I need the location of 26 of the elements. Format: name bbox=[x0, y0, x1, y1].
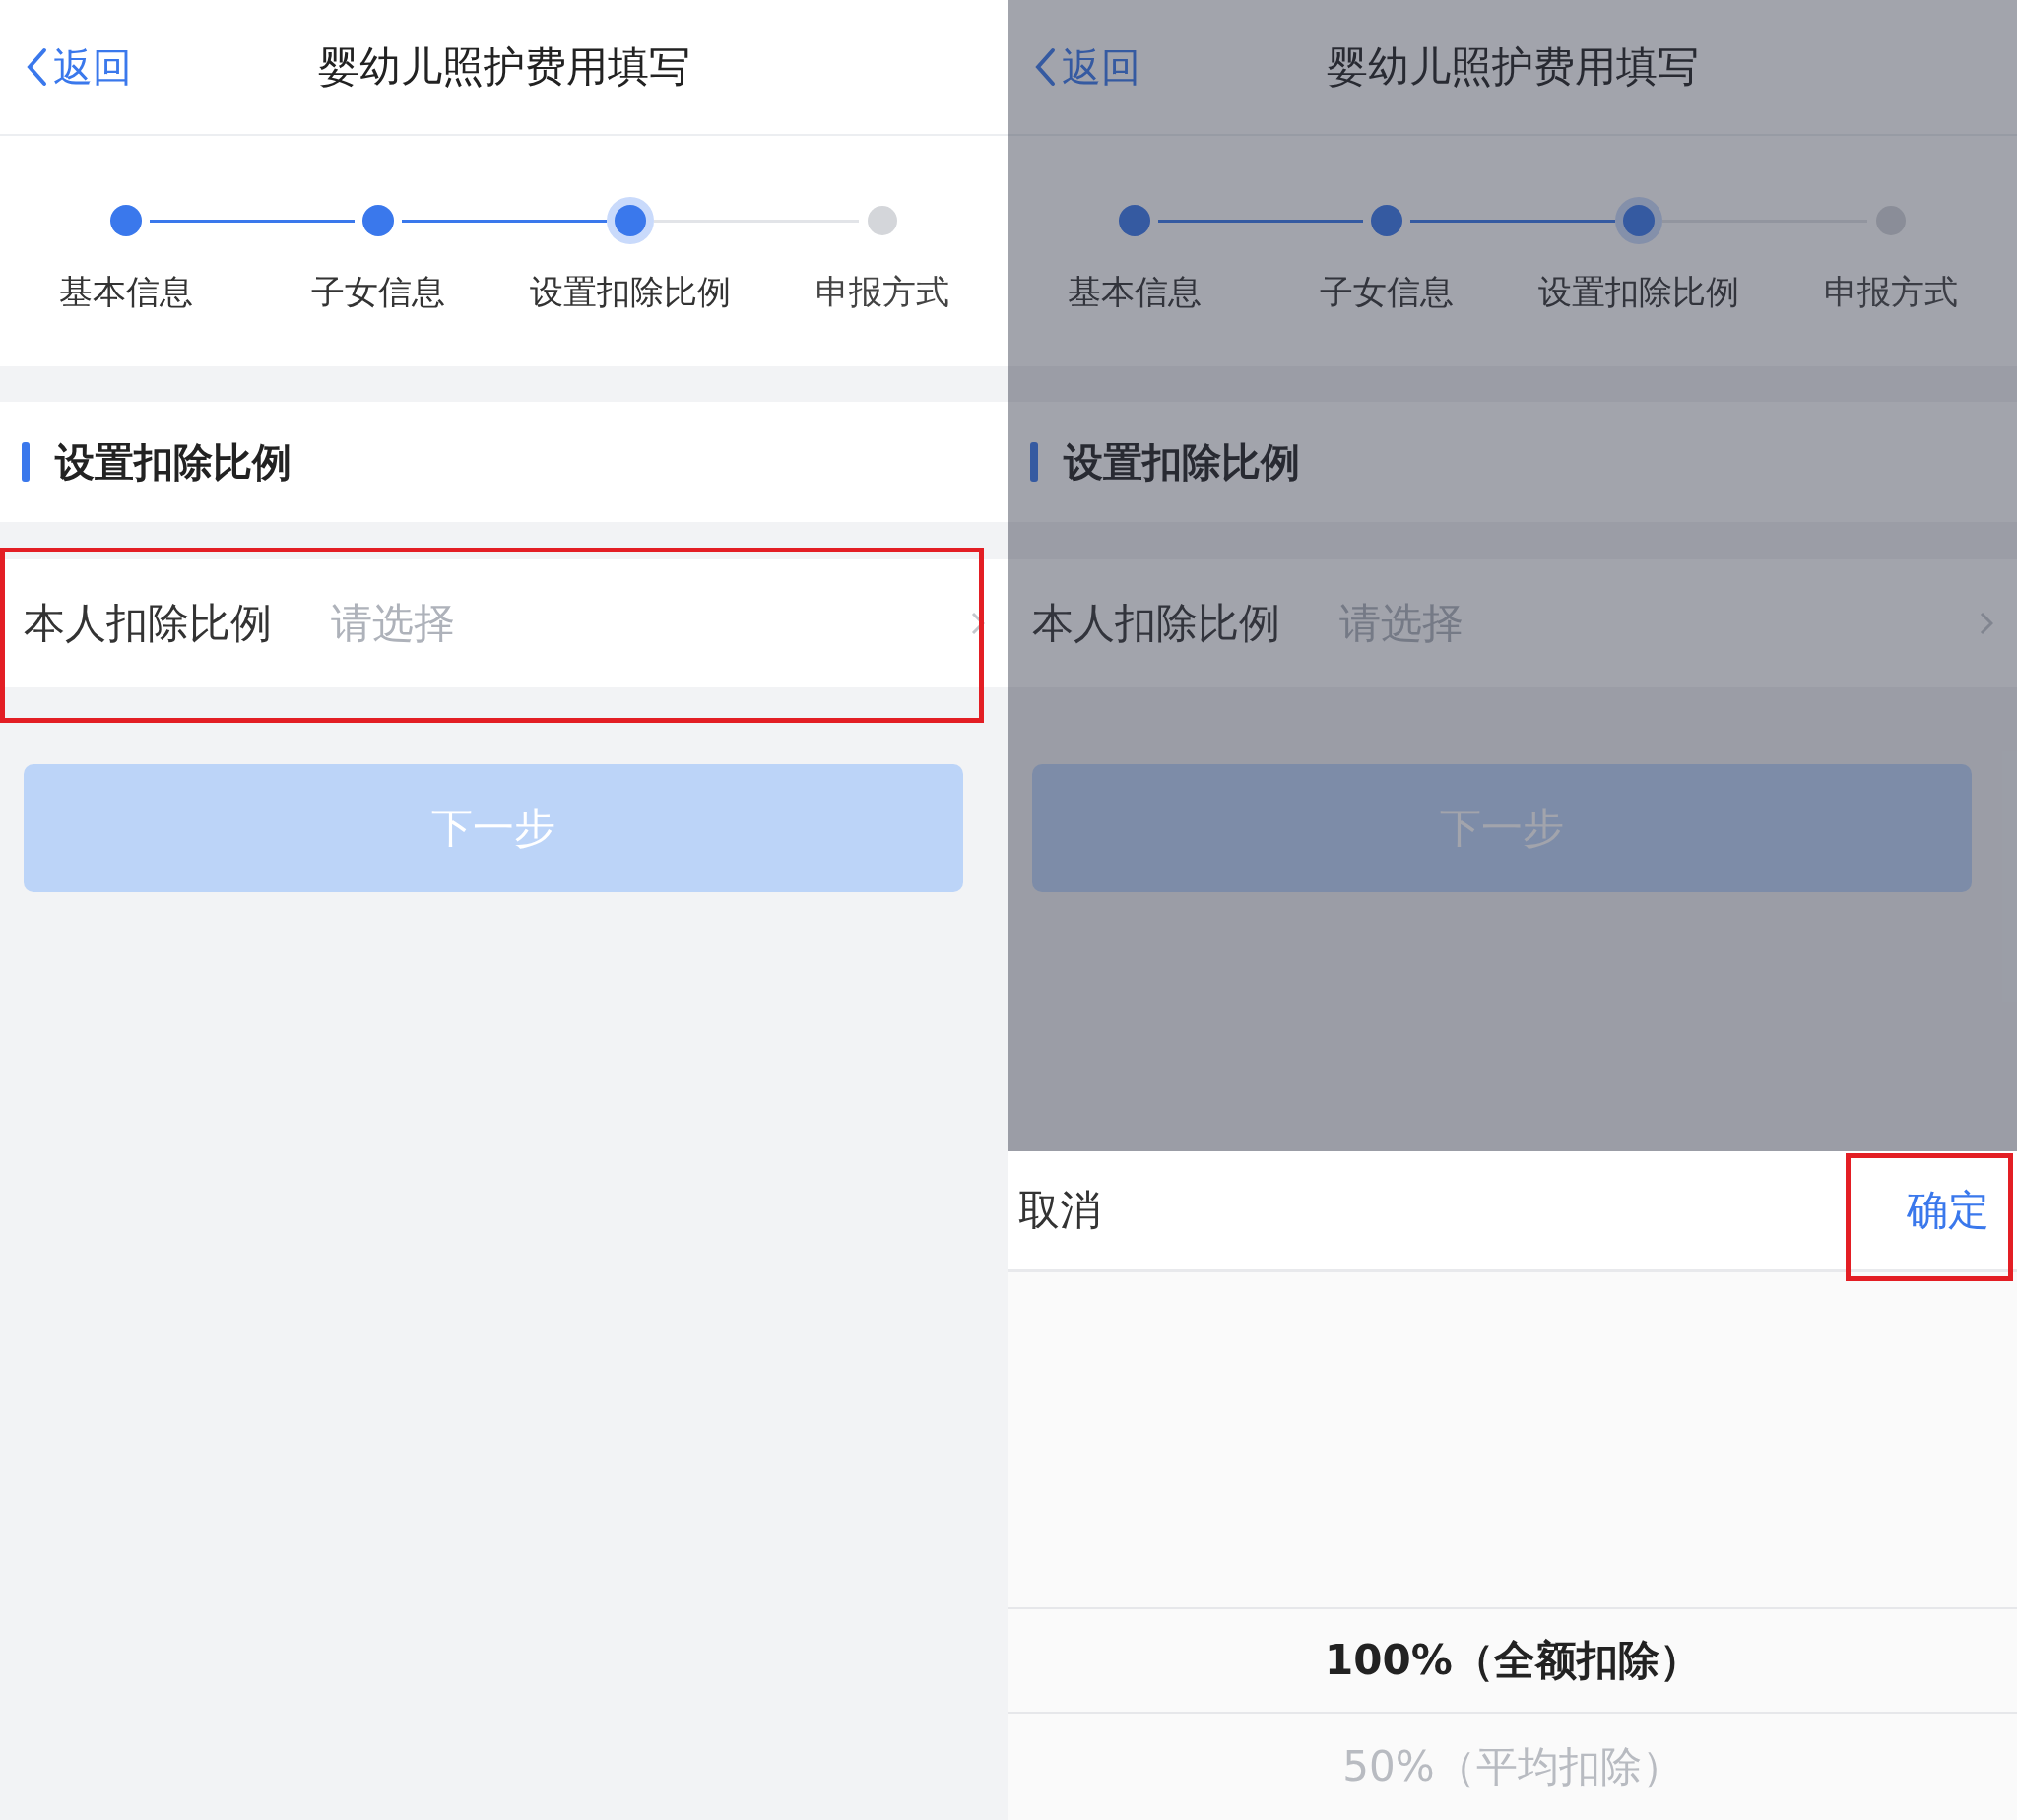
page-title: 婴幼儿照护费用填写 bbox=[1327, 41, 1699, 93]
step-label: 子女信息 bbox=[1320, 271, 1454, 313]
step-label: 设置扣除比例 bbox=[1538, 271, 1739, 313]
step-label: 设置扣除比例 bbox=[530, 271, 731, 313]
cancel-button[interactable]: 取消 bbox=[1008, 1173, 1115, 1249]
step-label: 申报方式 bbox=[1824, 271, 1958, 313]
field-label: 本人扣除比例 bbox=[24, 598, 272, 649]
field-label: 本人扣除比例 bbox=[1032, 598, 1280, 649]
section-title: 设置扣除比例 bbox=[1064, 437, 1300, 487]
back-chevron-icon bbox=[1034, 47, 1056, 87]
chevron-icon bbox=[971, 612, 985, 635]
back-button[interactable]: 返回 bbox=[20, 33, 138, 100]
placeholder-text: 请选择 bbox=[331, 598, 456, 649]
step-label: 基本信息 bbox=[59, 271, 193, 313]
picker-option[interactable]: 100%（全额扣除） bbox=[1008, 1607, 2017, 1715]
section-title: 设置扣除比例 bbox=[55, 437, 292, 487]
section-marker bbox=[1030, 442, 1038, 482]
step-label: 基本信息 bbox=[1068, 271, 1202, 313]
page-title: 婴幼儿照护费用填写 bbox=[318, 41, 690, 93]
section-marker bbox=[22, 442, 30, 482]
step-label: 申报方式 bbox=[815, 271, 949, 313]
chevron-icon bbox=[1980, 612, 1993, 635]
step-label: 子女信息 bbox=[311, 271, 445, 313]
back-chevron-icon bbox=[26, 47, 47, 87]
confirm-button[interactable]: 确定 bbox=[1893, 1173, 2003, 1249]
back-button[interactable]: 返回 bbox=[1028, 33, 1146, 100]
